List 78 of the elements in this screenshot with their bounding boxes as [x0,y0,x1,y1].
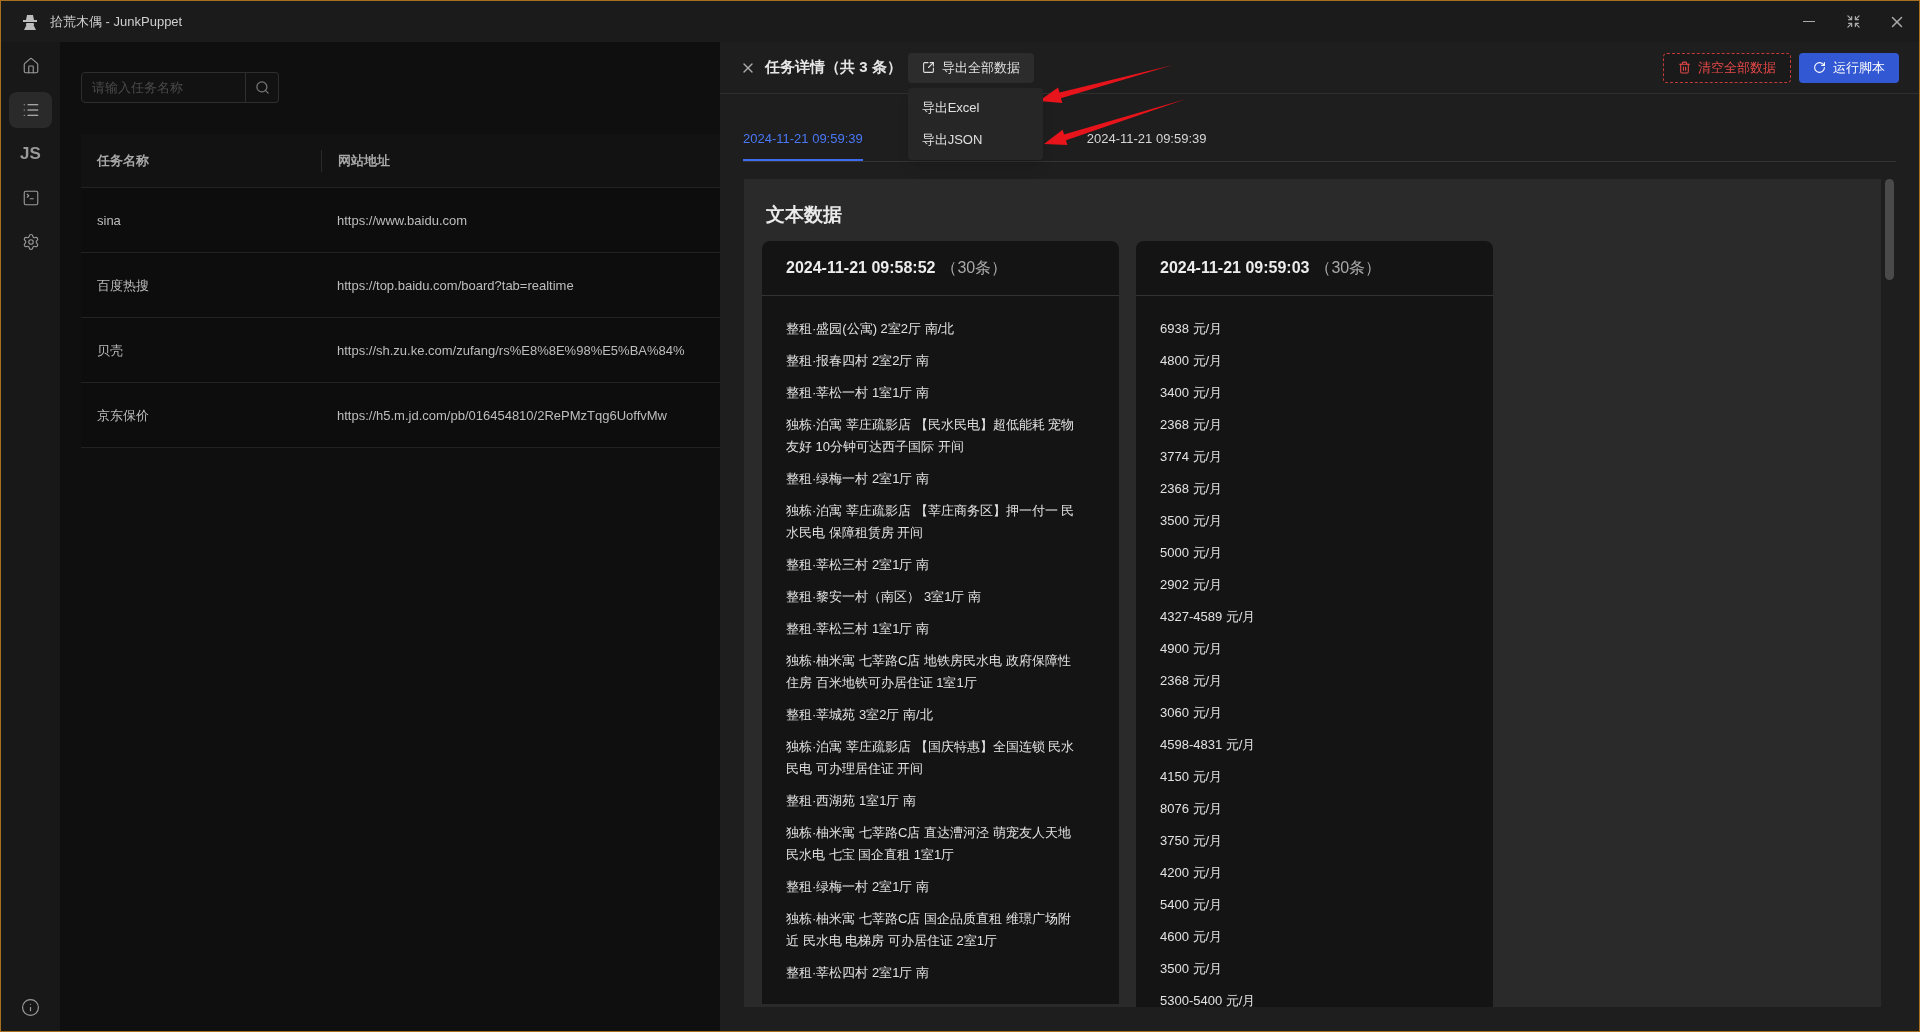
sidebar-item[interactable] [9,92,52,128]
data-item: 2368 元/月 [1160,672,1224,690]
table-cell: sina [97,213,121,228]
trash-icon [1678,61,1691,74]
data-item: 4600 元/月 [1160,928,1224,946]
card-title: 2024-11-21 09:59:03 [1160,258,1310,278]
table-cell: https://h5.m.jd.com/pb/016454810/2RePMzTqg6UoffvMw [337,408,667,423]
date-tab[interactable]: 2024-11-21 09:59:39 [743,129,863,161]
data-item: 整租·莘松一村 1室1厅 南 [786,384,930,402]
data-item: 整租·报春四村 2室2厅 南 [786,352,930,370]
data-item: 8076 元/月 [1160,800,1224,818]
data-item: 独栋·柚米寓 七莘路C店 直达漕河泾 萌宠友人天地民水电 七宝 国企直租 1室1厅 [786,824,1072,864]
data-item: 独栋·柚米寓 七莘路C店 地铁房民水电 政府保障性住房 百米地铁可办居住证 1室1厅 [786,652,1072,692]
record-count: （30条） [941,258,1008,278]
menu-item[interactable]: 导出Excel [907,91,1043,124]
sidebar-item[interactable]: JS [9,136,52,172]
drawer-title: 任务详情（共 3 条） [765,57,902,78]
data-item: 4900 元/月 [1160,640,1224,658]
table-cell: https://www.baidu.com [337,213,468,228]
date-tab[interactable]: 2024-11-21 09:59:39 [1086,129,1207,161]
data-item: 整租·黎安一村（南区） 3室1厅 南 [786,588,982,606]
data-item: 4598-4831 元/月 [1160,736,1257,754]
info-icon[interactable] [21,998,40,1017]
menu-item[interactable]: 导出JSON [907,123,1043,156]
minimize-icon [1803,20,1815,23]
data-item: 3500 元/月 [1160,512,1224,530]
data-item: 独栋·泊寓 莘庄疏影店 【国庆特惠】全国连锁 民水民电 可办理居住证 开间 [786,738,1076,778]
run-script-button[interactable]: 运行脚本 [1799,52,1899,83]
data-item: 2368 元/月 [1160,480,1224,498]
table-cell: https://sh.zu.ke.com/zufang/rs%E8%8E%98%E5%BA%84% [337,343,685,358]
data-item: 5300-5400 元/月 [1160,992,1257,1007]
home-icon [21,57,40,75]
data-item: 2368 元/月 [1160,416,1224,434]
data-item: 整租·莘城苑 3室2厅 南/北 [786,706,934,724]
data-item: 独栋·泊寓 莘庄疏影店 【民水民电】超低能耗 宠物友好 10分钟可达西子国际 开间 [786,416,1076,456]
data-item: 4200 元/月 [1160,864,1224,882]
data-item: 整租·莘松四村 2室1厅 南 [786,964,930,982]
data-item: 独栋·泊寓 莘庄疏影店 【莘庄商务区】押一付一 民水民电 保障租赁房 开间 [786,502,1076,542]
data-item: 独栋·柚米寓 七莘路C店 国企品质直租 维璟广场附近 民水电 电梯房 可办居住证 2室1厅 [786,910,1072,950]
search-button[interactable] [246,72,279,103]
export-all-button[interactable]: 导出全部数据 [907,52,1034,83]
data-item: 3060 元/月 [1160,704,1224,722]
table-cell: 百度热搜 [97,278,149,293]
data-item: 3500 元/月 [1160,960,1224,978]
column-header: 任务名称 [97,151,149,170]
data-item: 3750 元/月 [1160,832,1224,850]
data-item: 整租·绿梅一村 2室1厅 南 [786,470,930,488]
data-item: 整租·盛园(公寓) 2室2厅 南/北 [786,320,956,338]
shrink-icon [1845,14,1861,29]
data-item: 3774 元/月 [1160,448,1224,466]
data-item: 5000 元/月 [1160,544,1224,562]
data-item: 2902 元/月 [1160,576,1224,594]
table-cell: 京东保价 [97,408,149,423]
clear-all-button[interactable]: 清空全部数据 [1663,52,1791,83]
table-cell: 贝壳 [97,343,123,358]
data-item: 3400 元/月 [1160,384,1224,402]
data-item: 4800 元/月 [1160,352,1224,370]
search-icon [254,80,270,95]
record-count: （30条） [1315,258,1382,278]
list-icon [21,101,40,119]
card-title: 2024-11-21 09:58:52 [786,258,936,278]
window-title: 拾荒木偶 - JunkPuppet [50,12,183,31]
data-item: 4150 元/月 [1160,768,1224,786]
data-item: 5400 元/月 [1160,896,1224,914]
refresh-icon [1813,61,1826,74]
data-item: 整租·绿梅一村 2室1厅 南 [786,878,930,896]
data-item: 整租·莘松三村 1室1厅 南 [786,620,930,638]
data-item: 整租·莘松三村 2室1厅 南 [786,556,930,574]
data-item: 整租·西湖苑 1室1厅 南 [786,792,917,810]
export-icon [921,61,935,74]
settings-icon [21,233,40,251]
data-item: 4327-4589 元/月 [1160,608,1257,626]
data-item: 6938 元/月 [1160,320,1224,338]
section-title: 文本数据 [765,202,843,227]
column-header: 网站地址 [338,151,390,170]
terminal-icon [21,189,40,207]
hat-icon [21,12,39,31]
table-cell: https://top.baidu.com/board?tab=realtime [337,278,574,293]
